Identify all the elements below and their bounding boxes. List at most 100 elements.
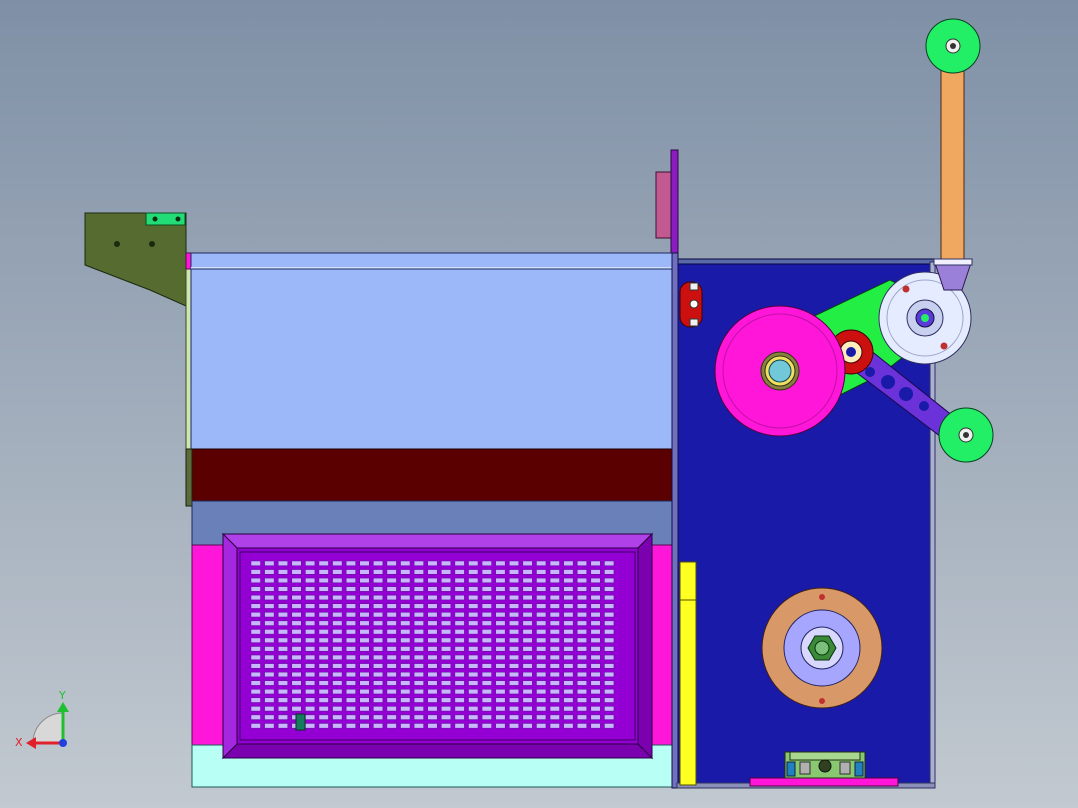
grille-slot (576, 569, 587, 575)
grille-slot (604, 689, 615, 695)
grille-slot (468, 706, 479, 712)
grille-slot (522, 637, 533, 643)
grille-slot (373, 671, 384, 678)
cad-viewport[interactable]: X Y (0, 0, 1078, 808)
grille-slot (427, 586, 438, 592)
grille-slot (345, 646, 356, 652)
grille-slot (549, 620, 560, 626)
grille-slot (345, 620, 356, 626)
grille-slot (345, 680, 356, 686)
grille-slot (563, 560, 574, 566)
grille-slot (305, 612, 316, 618)
reel-core (768, 359, 792, 383)
grille-slot (590, 714, 601, 720)
red-clamp-knob[interactable] (679, 281, 703, 328)
grille-slot (468, 569, 479, 575)
grille-slot (305, 577, 316, 584)
grille-slot (386, 689, 397, 695)
ventilation-grille[interactable] (221, 532, 654, 760)
grille-slot (468, 663, 479, 669)
grille-slot (509, 612, 520, 618)
grille-slot (305, 671, 316, 678)
pink-supply-reel[interactable] (714, 305, 846, 437)
grille-slot (277, 646, 288, 652)
grille-slot (481, 723, 492, 729)
knob-center (689, 299, 699, 309)
grille-slot (468, 577, 479, 584)
grille-slot (345, 663, 356, 669)
grille-slot (345, 560, 356, 566)
arm-hole (865, 367, 875, 377)
grille-slot (563, 620, 574, 626)
grille-slot (563, 723, 574, 729)
grille-slot (332, 586, 343, 592)
bin-upper-section[interactable] (185, 252, 673, 507)
grille-slot (536, 560, 547, 566)
grille-slot (522, 671, 533, 678)
top-guide-roller[interactable] (925, 18, 981, 74)
grille-slot (563, 586, 574, 592)
grille-slot (441, 594, 452, 601)
arm-hole (919, 401, 929, 411)
grille-slot (318, 671, 329, 678)
grille-slot (590, 620, 601, 626)
grille-slot (563, 654, 574, 660)
grille-slot (454, 671, 465, 678)
arm-end-roller[interactable] (938, 407, 994, 463)
nut-center (814, 640, 830, 656)
grille-slot (264, 569, 275, 575)
grille-slot (386, 612, 397, 618)
grille-slot (277, 560, 288, 566)
grille-slot (495, 663, 506, 669)
grille-slot (495, 603, 506, 609)
grille-slot (250, 637, 261, 643)
grille-slot (305, 569, 316, 575)
grille-slot (509, 646, 520, 652)
grille-slot (495, 629, 506, 635)
grille-slot (386, 697, 397, 703)
grille-slot (509, 586, 520, 592)
grille-slot (454, 603, 465, 609)
grille-slot (250, 586, 261, 592)
grille-slot (481, 654, 492, 660)
grille-slot (386, 569, 397, 575)
grille-slot (291, 629, 302, 635)
grille-slot (373, 612, 384, 618)
grille-slot (468, 629, 479, 635)
grille-slot (509, 671, 520, 678)
grille-slot (522, 560, 533, 566)
grille-slot (386, 586, 397, 592)
grille-slot (291, 560, 302, 566)
grille-slot (386, 637, 397, 643)
grille-bevel (222, 532, 238, 760)
grille-slot (400, 569, 411, 575)
grille-slot (305, 586, 316, 592)
grille-slot (250, 654, 261, 660)
grille-slot (413, 612, 424, 618)
pivot-bore (846, 347, 856, 357)
grille-slot (590, 629, 601, 635)
grille-slot (373, 680, 384, 686)
grille-slot (576, 714, 587, 720)
grille-slot (386, 629, 397, 635)
grille-slot (345, 714, 356, 720)
grille-slot (264, 560, 275, 566)
grille-slot (291, 637, 302, 643)
grille-slot (277, 603, 288, 609)
grille-slot (481, 586, 492, 592)
cad-drawing[interactable]: X Y (0, 0, 1078, 808)
grille-slot (332, 663, 343, 669)
grille-slot (590, 646, 601, 652)
grille-slot (318, 612, 329, 618)
grille-slot (386, 663, 397, 669)
take-up-disc[interactable] (761, 587, 883, 709)
grille-bevel (221, 743, 654, 759)
grille-slot (277, 577, 288, 584)
grille-slot (522, 663, 533, 669)
grille-slot (590, 680, 601, 686)
grille-slot (454, 680, 465, 686)
grille-slot (318, 594, 329, 601)
grille-slot (563, 646, 574, 652)
grille-slot (427, 663, 438, 669)
grille-slot (277, 697, 288, 703)
